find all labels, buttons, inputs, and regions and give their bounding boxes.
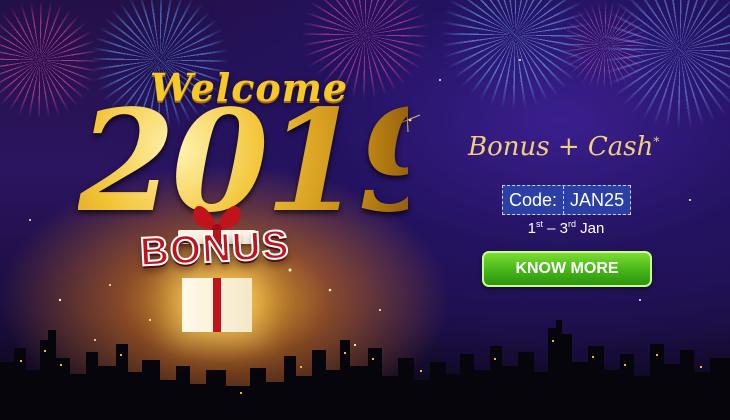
bonus-tag: BONUS — [138, 222, 292, 276]
promo-subtitle: Bonus + Cash* — [468, 132, 668, 162]
city-skyline-decoration — [0, 320, 730, 420]
date-start-day: 1 — [527, 220, 536, 237]
promo-code-label: Code: — [503, 186, 565, 214]
date-end-day: 3 — [559, 220, 568, 237]
promo-banner: Welcome 2019 BONUS Bonus + Cash* Code: J… — [0, 0, 730, 420]
promo-dates: 1st – 3rd Jan — [502, 219, 630, 237]
promo-subtitle-text: Bonus + Cash — [468, 132, 654, 162]
promo-code-value: JAN25 — [570, 189, 625, 210]
promo-subtitle-asterisk: * — [653, 134, 660, 149]
gift-strap — [213, 278, 221, 332]
date-end-suffix: rd — [568, 219, 577, 229]
date-separator: – — [542, 220, 560, 237]
know-more-button[interactable]: KNOW MORE — [482, 251, 652, 287]
date-start-suffix: st — [535, 219, 543, 229]
gift-box-icon — [172, 200, 262, 350]
firework-decoration — [600, 0, 730, 130]
promo-code-box: Code: JAN25 — [502, 185, 632, 215]
date-month: Jan — [576, 220, 605, 237]
